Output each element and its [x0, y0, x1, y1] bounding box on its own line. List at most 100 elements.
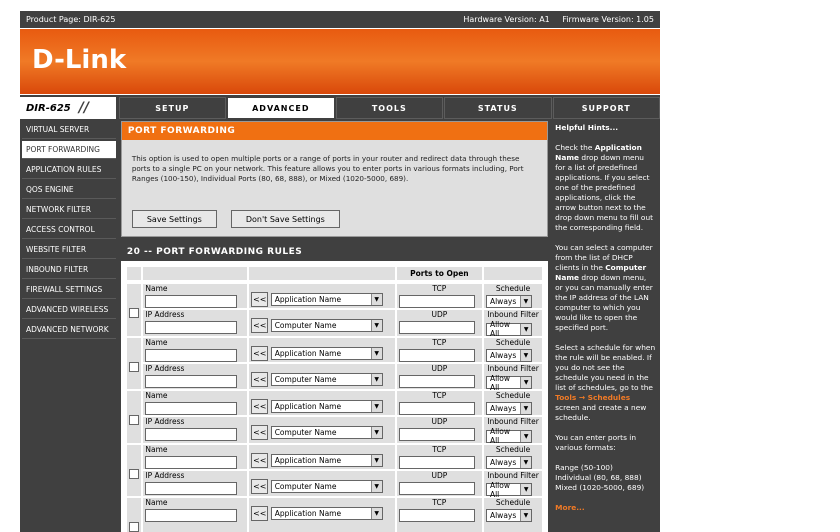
rule-enable-cell — [126, 337, 142, 389]
schedule-select[interactable]: Always ▼ — [485, 295, 532, 308]
name-label: Name — [145, 444, 168, 454]
sidebar-item-firewall-settings[interactable]: FIREWALL SETTINGS — [22, 281, 116, 299]
sidebar-item-website-filter[interactable]: WEBSITE FILTER — [22, 241, 116, 259]
fill-computer-button[interactable]: << — [251, 478, 269, 494]
top-info-bar: Product Page: DIR-625 Hardware Version: … — [20, 11, 660, 28]
sidebar-item-virtual-server[interactable]: VIRTUAL SERVER — [22, 121, 116, 139]
dropdown-arrow-icon: ▼ — [370, 480, 382, 492]
rule-enable-checkbox[interactable] — [129, 468, 140, 479]
rule-enable-checkbox[interactable] — [129, 522, 140, 532]
rule-enable-checkbox[interactable] — [129, 308, 140, 318]
schedule-select[interactable]: Always ▼ — [485, 509, 532, 522]
udp-ports-input[interactable] — [398, 481, 475, 495]
tcp-ports-input[interactable] — [398, 348, 475, 362]
rule-enable-cell — [126, 284, 142, 336]
application-name-select[interactable]: Application Name ▼ — [270, 507, 383, 520]
tcp-label: TCP — [432, 284, 447, 293]
rule-name-input[interactable] — [145, 402, 238, 415]
udp-ports-input[interactable] — [398, 321, 475, 334]
computer-name-select[interactable]: Computer Name ▼ — [270, 479, 383, 493]
tcp-ports-input[interactable] — [398, 402, 475, 415]
rule-enable-checkbox[interactable] — [129, 415, 140, 425]
tab-setup[interactable]: SETUP — [118, 97, 227, 119]
sidebar-item-advanced-network[interactable]: ADVANCED NETWORK — [22, 321, 116, 339]
computer-name-select-value: Computer Name — [274, 321, 337, 330]
fill-application-button[interactable]: << — [251, 345, 269, 361]
inbound-filter-select[interactable]: Allow All ▼ — [485, 427, 532, 445]
ip-address-input[interactable] — [145, 481, 238, 495]
tab-advanced[interactable]: ADVANCED — [227, 97, 335, 119]
dont-save-settings-button[interactable]: Don't Save Settings — [230, 210, 340, 228]
dropdown-arrow-icon: ▼ — [520, 430, 531, 442]
tab-tools[interactable]: TOOLS — [335, 97, 444, 119]
schedule-select[interactable]: Always ▼ — [485, 348, 532, 362]
computer-name-select[interactable]: Computer Name ▼ — [270, 372, 383, 386]
fill-application-button[interactable]: << — [251, 452, 269, 468]
rule-name-input[interactable] — [145, 295, 238, 308]
ip-address-input[interactable] — [145, 321, 238, 334]
save-settings-button[interactable]: Save Settings — [131, 210, 217, 228]
udp-ports-input[interactable] — [398, 374, 475, 388]
tcp-ports-input[interactable] — [398, 295, 475, 308]
fill-computer-button[interactable]: << — [251, 318, 269, 333]
sidebar-item-port-forwarding[interactable]: PORT FORWARDING — [22, 141, 116, 159]
port-forwarding-panel: PORT FORWARDING This option is used to o… — [120, 121, 549, 237]
inbound-filter-select[interactable]: Allow All ▼ — [485, 320, 532, 338]
hint-text: Select a schedule for when the rule will… — [555, 343, 656, 392]
sidebar-item-inbound-filter[interactable]: INBOUND FILTER — [22, 261, 116, 279]
rule-row-bottom: IP Address << Computer Name ▼ UDP Inbound… — [127, 417, 543, 445]
dropdown-arrow-icon: ▼ — [519, 456, 531, 468]
ip-address-input[interactable] — [145, 374, 238, 388]
fill-application-button[interactable]: << — [251, 292, 269, 307]
dropdown-arrow-icon: ▼ — [520, 484, 531, 495]
ip-address-input[interactable] — [145, 428, 238, 441]
dropdown-arrow-icon: ▼ — [370, 454, 382, 466]
tcp-ports-input[interactable] — [398, 455, 475, 469]
tcp-label: TCP — [432, 391, 447, 400]
rule-enable-checkbox[interactable] — [129, 361, 140, 372]
computer-name-select[interactable]: Computer Name ▼ — [270, 426, 383, 439]
more-link[interactable]: More... — [555, 503, 656, 513]
rule-name-input[interactable] — [145, 455, 238, 469]
schedule-select[interactable]: Always ▼ — [485, 455, 532, 469]
rule-name-input[interactable] — [145, 509, 238, 522]
dropdown-arrow-icon: ▼ — [370, 508, 382, 519]
schedule-select[interactable]: Always ▼ — [485, 402, 532, 415]
fill-computer-button[interactable]: << — [251, 425, 269, 440]
fill-application-button[interactable]: << — [251, 399, 269, 414]
inbound-filter-select[interactable]: Allow All ▼ — [485, 373, 532, 392]
fill-application-button[interactable]: << — [251, 506, 269, 521]
application-name-select[interactable]: Application Name ▼ — [270, 400, 383, 413]
tools-schedules-link[interactable]: Tools → Schedules — [555, 393, 630, 402]
dropdown-arrow-icon: ▼ — [519, 403, 531, 414]
computer-name-select-value: Computer Name — [274, 481, 337, 491]
application-name-select[interactable]: Application Name ▼ — [270, 453, 383, 467]
firmware-version: Firmware Version: 1.05 — [562, 15, 654, 24]
sidebar-item-access-control[interactable]: ACCESS CONTROL — [22, 221, 116, 239]
udp-ports-input[interactable] — [398, 428, 475, 441]
tab-status[interactable]: STATUS — [444, 97, 552, 119]
sidebar-item-advanced-wireless[interactable]: ADVANCED WIRELESS — [22, 301, 116, 319]
schedule-label: Schedule — [495, 337, 531, 347]
tcp-ports-input[interactable] — [398, 509, 475, 522]
schedule-select-value: Always — [489, 350, 517, 360]
sidebar-item-network-filter[interactable]: NETWORK FILTER — [22, 201, 116, 219]
main-content: PORT FORWARDING This option is used to o… — [120, 121, 549, 532]
fill-computer-button[interactable]: << — [251, 371, 269, 387]
computer-name-select[interactable]: Computer Name ▼ — [270, 319, 383, 332]
rules-header-row: Ports to Open — [126, 267, 543, 280]
tab-support[interactable]: SUPPORT — [552, 97, 660, 119]
application-name-select[interactable]: Application Name ▼ — [270, 293, 383, 306]
product-page-link[interactable]: Product Page: DIR-625 — [26, 15, 115, 24]
rule-name-input[interactable] — [145, 348, 238, 362]
inbound-filter-select-value: Allow All — [489, 373, 510, 392]
inbound-filter-select[interactable]: Allow All ▼ — [485, 481, 532, 499]
sidebar-item-qos-engine[interactable]: QOS ENGINE — [22, 181, 116, 199]
schedule-select-value: Always — [489, 511, 517, 520]
application-name-select[interactable]: Application Name ▼ — [270, 346, 383, 360]
hint-text: drop down menu for a list of predefined … — [555, 153, 654, 232]
sidebar-item-application-rules[interactable]: APPLICATION RULES — [22, 161, 116, 179]
tcp-label: TCP — [432, 337, 447, 347]
inbound-filter-label: Inbound Filter — [487, 417, 539, 426]
udp-label: UDP — [431, 363, 448, 373]
